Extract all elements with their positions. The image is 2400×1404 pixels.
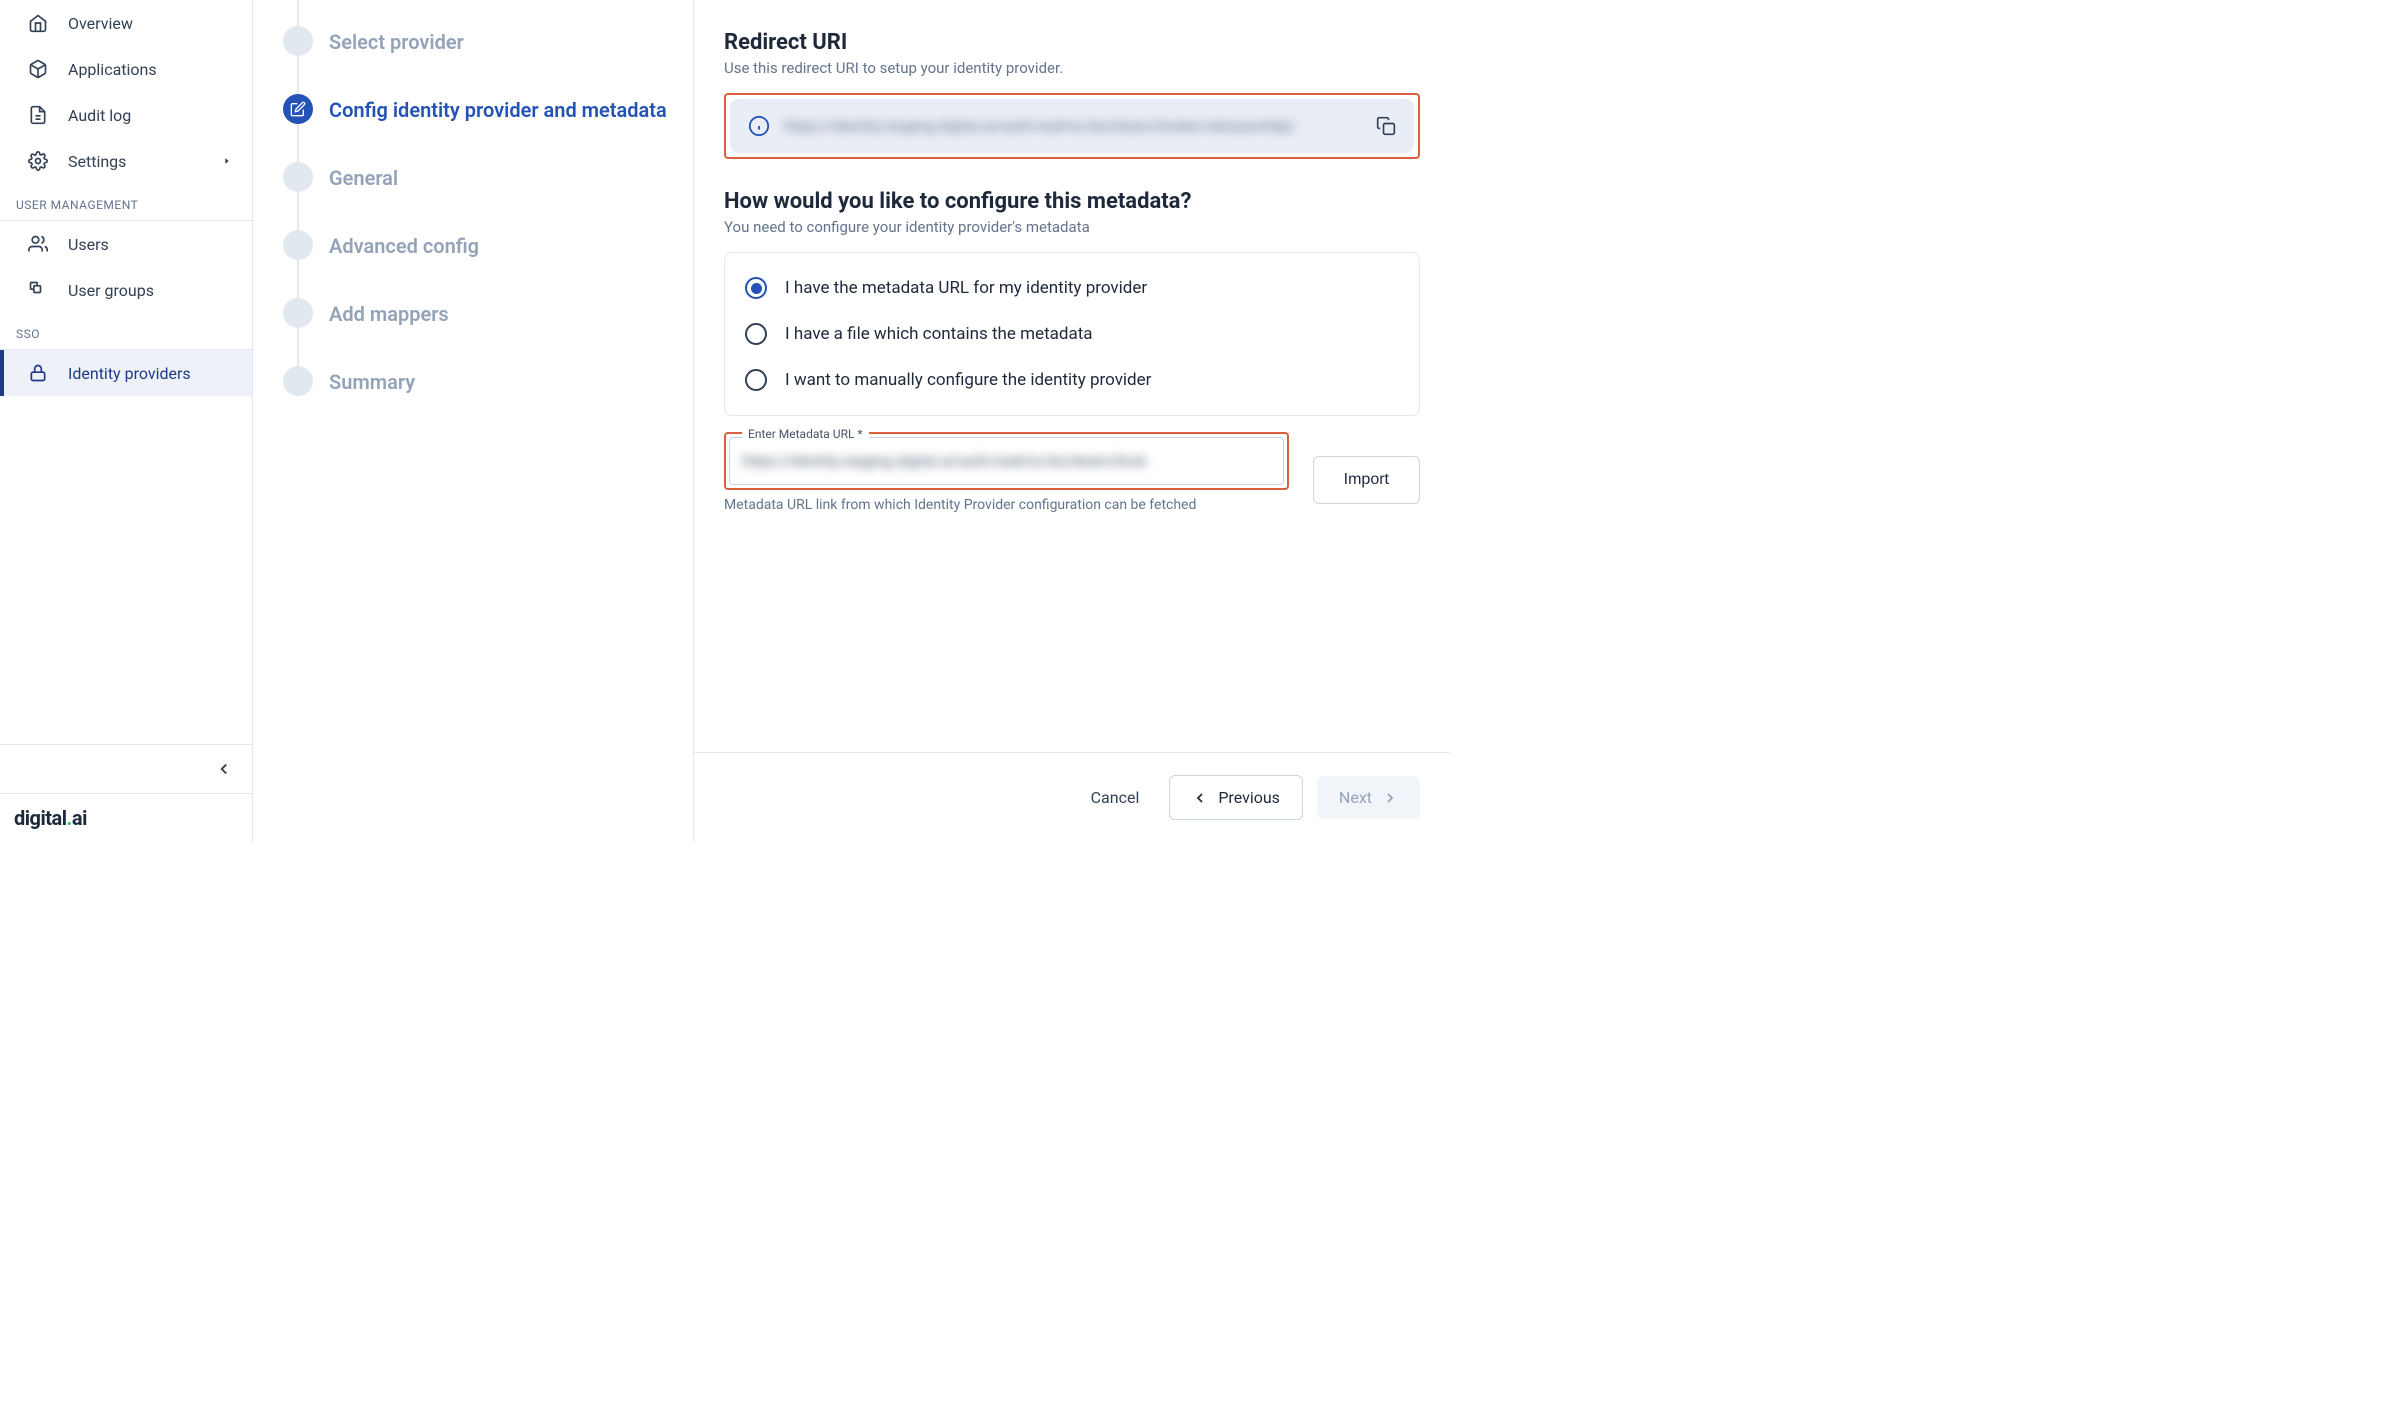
groups-icon (28, 280, 48, 300)
chevron-right-icon (1382, 790, 1398, 806)
sidebar-label: Applications (68, 60, 234, 79)
copy-icon[interactable] (1376, 116, 1396, 136)
section-label-user-mgmt: USER MANAGEMENT (0, 184, 252, 220)
lock-icon (28, 363, 48, 383)
sidebar-item-audit-log[interactable]: Audit log (0, 92, 252, 138)
step-advanced-config[interactable]: Advanced config (283, 230, 673, 260)
metadata-url-help: Metadata URL link from which Identity Pr… (724, 496, 1289, 516)
import-button[interactable]: Import (1313, 456, 1420, 504)
radio-metadata-file[interactable]: I have a file which contains the metadat… (745, 311, 1399, 357)
config-metadata-title: How would you like to configure this met… (724, 189, 1420, 214)
radio-manual-config[interactable]: I want to manually configure the identit… (745, 357, 1399, 403)
redirect-uri-title: Redirect URI (724, 30, 1420, 55)
redirect-uri-subtitle: Use this redirect URI to setup your iden… (724, 59, 1420, 77)
config-metadata-subtitle: You need to configure your identity prov… (724, 218, 1420, 236)
sidebar-item-identity-providers[interactable]: Identity providers (0, 350, 252, 396)
step-select-provider[interactable]: Select provider (283, 26, 673, 56)
metadata-url-highlight: Enter Metadata URL * https://identity.st… (724, 432, 1289, 490)
sidebar-item-overview[interactable]: Overview (0, 0, 252, 46)
redirect-uri-highlight: https://identity.staging.digital.ai/auth… (724, 93, 1420, 159)
main-content: Redirect URI Use this redirect URI to se… (693, 0, 1450, 842)
step-summary[interactable]: Summary (283, 366, 673, 396)
sidebar: Overview Applications Audit log Settings (0, 0, 253, 842)
sidebar-label: User groups (68, 281, 234, 300)
previous-button[interactable]: Previous (1169, 775, 1303, 820)
step-general[interactable]: General (283, 162, 673, 192)
home-icon (28, 13, 48, 33)
edit-icon (283, 94, 313, 124)
section-label-sso: SSO (0, 313, 252, 349)
footer-actions: Cancel Previous Next (694, 752, 1450, 842)
sidebar-label: Users (68, 235, 234, 254)
sidebar-item-users[interactable]: Users (0, 221, 252, 267)
sidebar-item-applications[interactable]: Applications (0, 46, 252, 92)
metadata-config-options: I have the metadata URL for my identity … (724, 252, 1420, 416)
redirect-uri-value: https://identity.staging.digital.ai/auth… (784, 117, 1362, 135)
radio-metadata-url[interactable]: I have the metadata URL for my identity … (745, 265, 1399, 311)
metadata-url-input[interactable]: https://identity.staging.digital.ai/auth… (729, 437, 1284, 485)
info-icon (748, 115, 770, 137)
sidebar-item-user-groups[interactable]: User groups (0, 267, 252, 313)
chevron-left-icon (214, 759, 234, 779)
stepper: Select provider Config identity provider… (253, 0, 693, 842)
sidebar-item-settings[interactable]: Settings (0, 138, 252, 184)
gear-icon (28, 151, 48, 171)
brand-logo: digital.ai (0, 793, 252, 842)
sidebar-collapse-button[interactable] (0, 744, 252, 793)
file-icon (28, 105, 48, 125)
next-button: Next (1317, 776, 1420, 819)
chevron-left-icon (1192, 790, 1208, 806)
sidebar-label: Identity providers (68, 364, 234, 383)
sidebar-label: Overview (68, 14, 234, 33)
chevron-right-icon (222, 156, 234, 166)
metadata-url-label: Enter Metadata URL * (742, 427, 869, 441)
redirect-uri-box: https://identity.staging.digital.ai/auth… (730, 99, 1414, 153)
sidebar-label: Settings (68, 152, 202, 171)
cancel-button[interactable]: Cancel (1075, 776, 1156, 819)
users-icon (28, 234, 48, 254)
step-config-idp-metadata[interactable]: Config identity provider and metadata (283, 94, 673, 124)
cube-icon (28, 59, 48, 79)
sidebar-label: Audit log (68, 106, 234, 125)
step-add-mappers[interactable]: Add mappers (283, 298, 673, 328)
